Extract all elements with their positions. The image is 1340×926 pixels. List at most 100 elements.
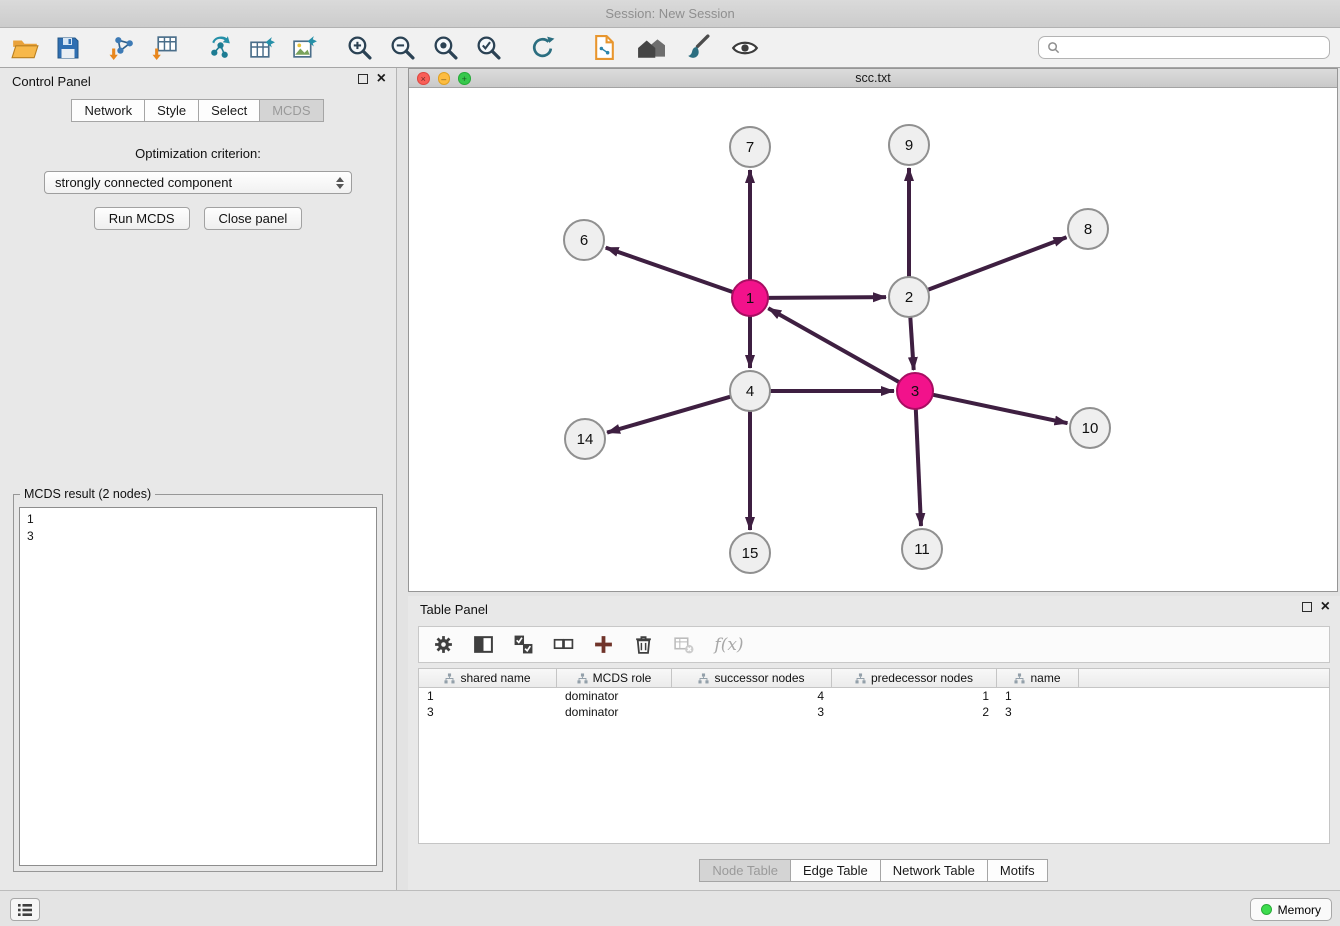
network-node-6[interactable]: 6 — [564, 220, 604, 260]
copy-style-button[interactable] — [589, 33, 619, 63]
table-tab-network-table[interactable]: Network Table — [880, 859, 988, 882]
style-brush-button[interactable] — [683, 33, 713, 63]
open-session-button[interactable] — [10, 33, 40, 63]
tab-style[interactable]: Style — [144, 99, 199, 122]
network-edge-4-14[interactable] — [607, 397, 731, 433]
column-header-name[interactable]: name — [997, 669, 1079, 687]
mcds-result-text[interactable]: 1 3 — [19, 507, 377, 866]
save-session-button[interactable] — [53, 33, 83, 63]
tab-select[interactable]: Select — [198, 99, 260, 122]
trash-icon — [633, 634, 654, 655]
network-node-10[interactable]: 10 — [1070, 408, 1110, 448]
delete-button[interactable] — [631, 633, 655, 657]
table-panel: Table Panel × — [408, 596, 1340, 890]
network-node-label: 14 — [577, 431, 594, 448]
import-network-button[interactable] — [107, 33, 137, 63]
close-control-panel-icon[interactable]: × — [377, 73, 386, 85]
function-builder-button[interactable]: f(x) — [711, 633, 747, 657]
maximize-window-icon[interactable]: + — [458, 72, 471, 85]
column-header-label: MCDS role — [593, 671, 652, 685]
table-panel-header: Table Panel × — [408, 596, 1340, 622]
network-edge-1-2[interactable] — [768, 297, 886, 298]
export-table-button[interactable] — [247, 33, 277, 63]
select-all-button[interactable] — [511, 633, 535, 657]
table-cell[interactable]: 1 — [832, 689, 997, 703]
tab-mcds[interactable]: MCDS — [259, 99, 323, 122]
column-header-shared-name[interactable]: shared name — [419, 669, 557, 687]
control-panel-title: Control Panel — [12, 74, 91, 89]
apply-layout-button[interactable] — [527, 33, 557, 63]
table-cell[interactable]: dominator — [557, 689, 672, 703]
network-node-15[interactable]: 15 — [730, 533, 770, 573]
table-tab-node-table[interactable]: Node Table — [699, 859, 791, 882]
show-hide-button[interactable] — [730, 33, 760, 63]
first-neighbors-icon — [637, 34, 665, 62]
network-node-label: 15 — [742, 545, 759, 562]
network-canvas[interactable]: 7 9 6 8 1 2 3 4 10 14 15 11 — [409, 88, 1337, 591]
show-panel-list-button[interactable] — [10, 898, 40, 921]
network-graph[interactable]: 7 9 6 8 1 2 3 4 10 14 15 11 — [409, 88, 1337, 591]
column-header-predecessor-nodes[interactable]: predecessor nodes — [832, 669, 997, 687]
network-node-1[interactable]: 1 — [732, 280, 768, 316]
delete-table-button[interactable] — [671, 633, 695, 657]
import-table-button[interactable] — [150, 33, 180, 63]
network-edge-3-10[interactable] — [933, 395, 1068, 424]
table-row[interactable]: 1dominator411 — [419, 688, 1329, 704]
network-node-8[interactable]: 8 — [1068, 209, 1108, 249]
table-cell[interactable]: 3 — [672, 705, 832, 719]
zoom-selected-button[interactable] — [473, 33, 503, 63]
close-window-icon[interactable]: × — [417, 72, 430, 85]
table-cell[interactable]: 1 — [419, 689, 557, 703]
show-columns-button[interactable] — [471, 633, 495, 657]
network-edge-1-6[interactable] — [606, 248, 733, 293]
table-cell[interactable]: 1 — [997, 689, 1079, 703]
table-cell[interactable]: dominator — [557, 705, 672, 719]
network-node-2[interactable]: 2 — [889, 277, 929, 317]
table-cell[interactable]: 2 — [832, 705, 997, 719]
search-input[interactable] — [1066, 41, 1321, 55]
close-panel-button[interactable]: Close panel — [204, 207, 303, 230]
minimize-window-icon[interactable]: – — [438, 72, 451, 85]
optimization-dropdown[interactable]: strongly connected component — [44, 171, 352, 194]
float-table-panel-icon[interactable] — [1302, 602, 1312, 612]
search-box[interactable] — [1038, 36, 1330, 59]
node-table: shared name MCDS role successor nodesprede… — [418, 668, 1330, 844]
add-column-button[interactable] — [591, 633, 615, 657]
deselect-all-button[interactable] — [551, 633, 575, 657]
network-node-7[interactable]: 7 — [730, 127, 770, 167]
network-edge-3-11[interactable] — [916, 409, 921, 526]
network-node-label: 10 — [1082, 420, 1099, 437]
network-edge-2-8[interactable] — [928, 237, 1067, 290]
tab-network[interactable]: Network — [71, 99, 145, 122]
table-cell[interactable]: 4 — [672, 689, 832, 703]
table-cell[interactable]: 3 — [419, 705, 557, 719]
column-type-icon — [698, 673, 709, 684]
network-node-11[interactable]: 11 — [902, 529, 942, 569]
table-cell[interactable]: 3 — [997, 705, 1079, 719]
column-header-successor-nodes[interactable]: successor nodes — [672, 669, 832, 687]
table-tab-motifs[interactable]: Motifs — [987, 859, 1048, 882]
zoom-fit-button[interactable] — [430, 33, 460, 63]
table-tab-edge-table[interactable]: Edge Table — [790, 859, 881, 882]
run-mcds-button[interactable]: Run MCDS — [94, 207, 190, 230]
table-settings-button[interactable] — [431, 633, 455, 657]
network-edge-3-1[interactable] — [768, 308, 899, 382]
zoom-in-button[interactable] — [344, 33, 374, 63]
zoom-out-button[interactable] — [387, 33, 417, 63]
network-edge-2-3[interactable] — [910, 317, 913, 370]
deselect-all-icon — [553, 634, 574, 655]
network-node-14[interactable]: 14 — [565, 419, 605, 459]
column-header-MCDS-role[interactable]: MCDS role — [557, 669, 672, 687]
close-table-panel-icon[interactable]: × — [1321, 601, 1330, 613]
first-neighbors-button[interactable] — [636, 33, 666, 63]
export-image-button[interactable] — [290, 33, 320, 63]
network-node-9[interactable]: 9 — [889, 125, 929, 165]
network-node-label: 7 — [746, 139, 754, 156]
table-row[interactable]: 3dominator323 — [419, 704, 1329, 720]
memory-button[interactable]: Memory — [1250, 898, 1332, 921]
float-panel-icon[interactable] — [358, 74, 368, 84]
network-node-3[interactable]: 3 — [897, 373, 933, 409]
control-panel-tabs: NetworkStyleSelectMCDS — [0, 99, 396, 122]
export-network-button[interactable] — [204, 33, 234, 63]
network-node-4[interactable]: 4 — [730, 371, 770, 411]
